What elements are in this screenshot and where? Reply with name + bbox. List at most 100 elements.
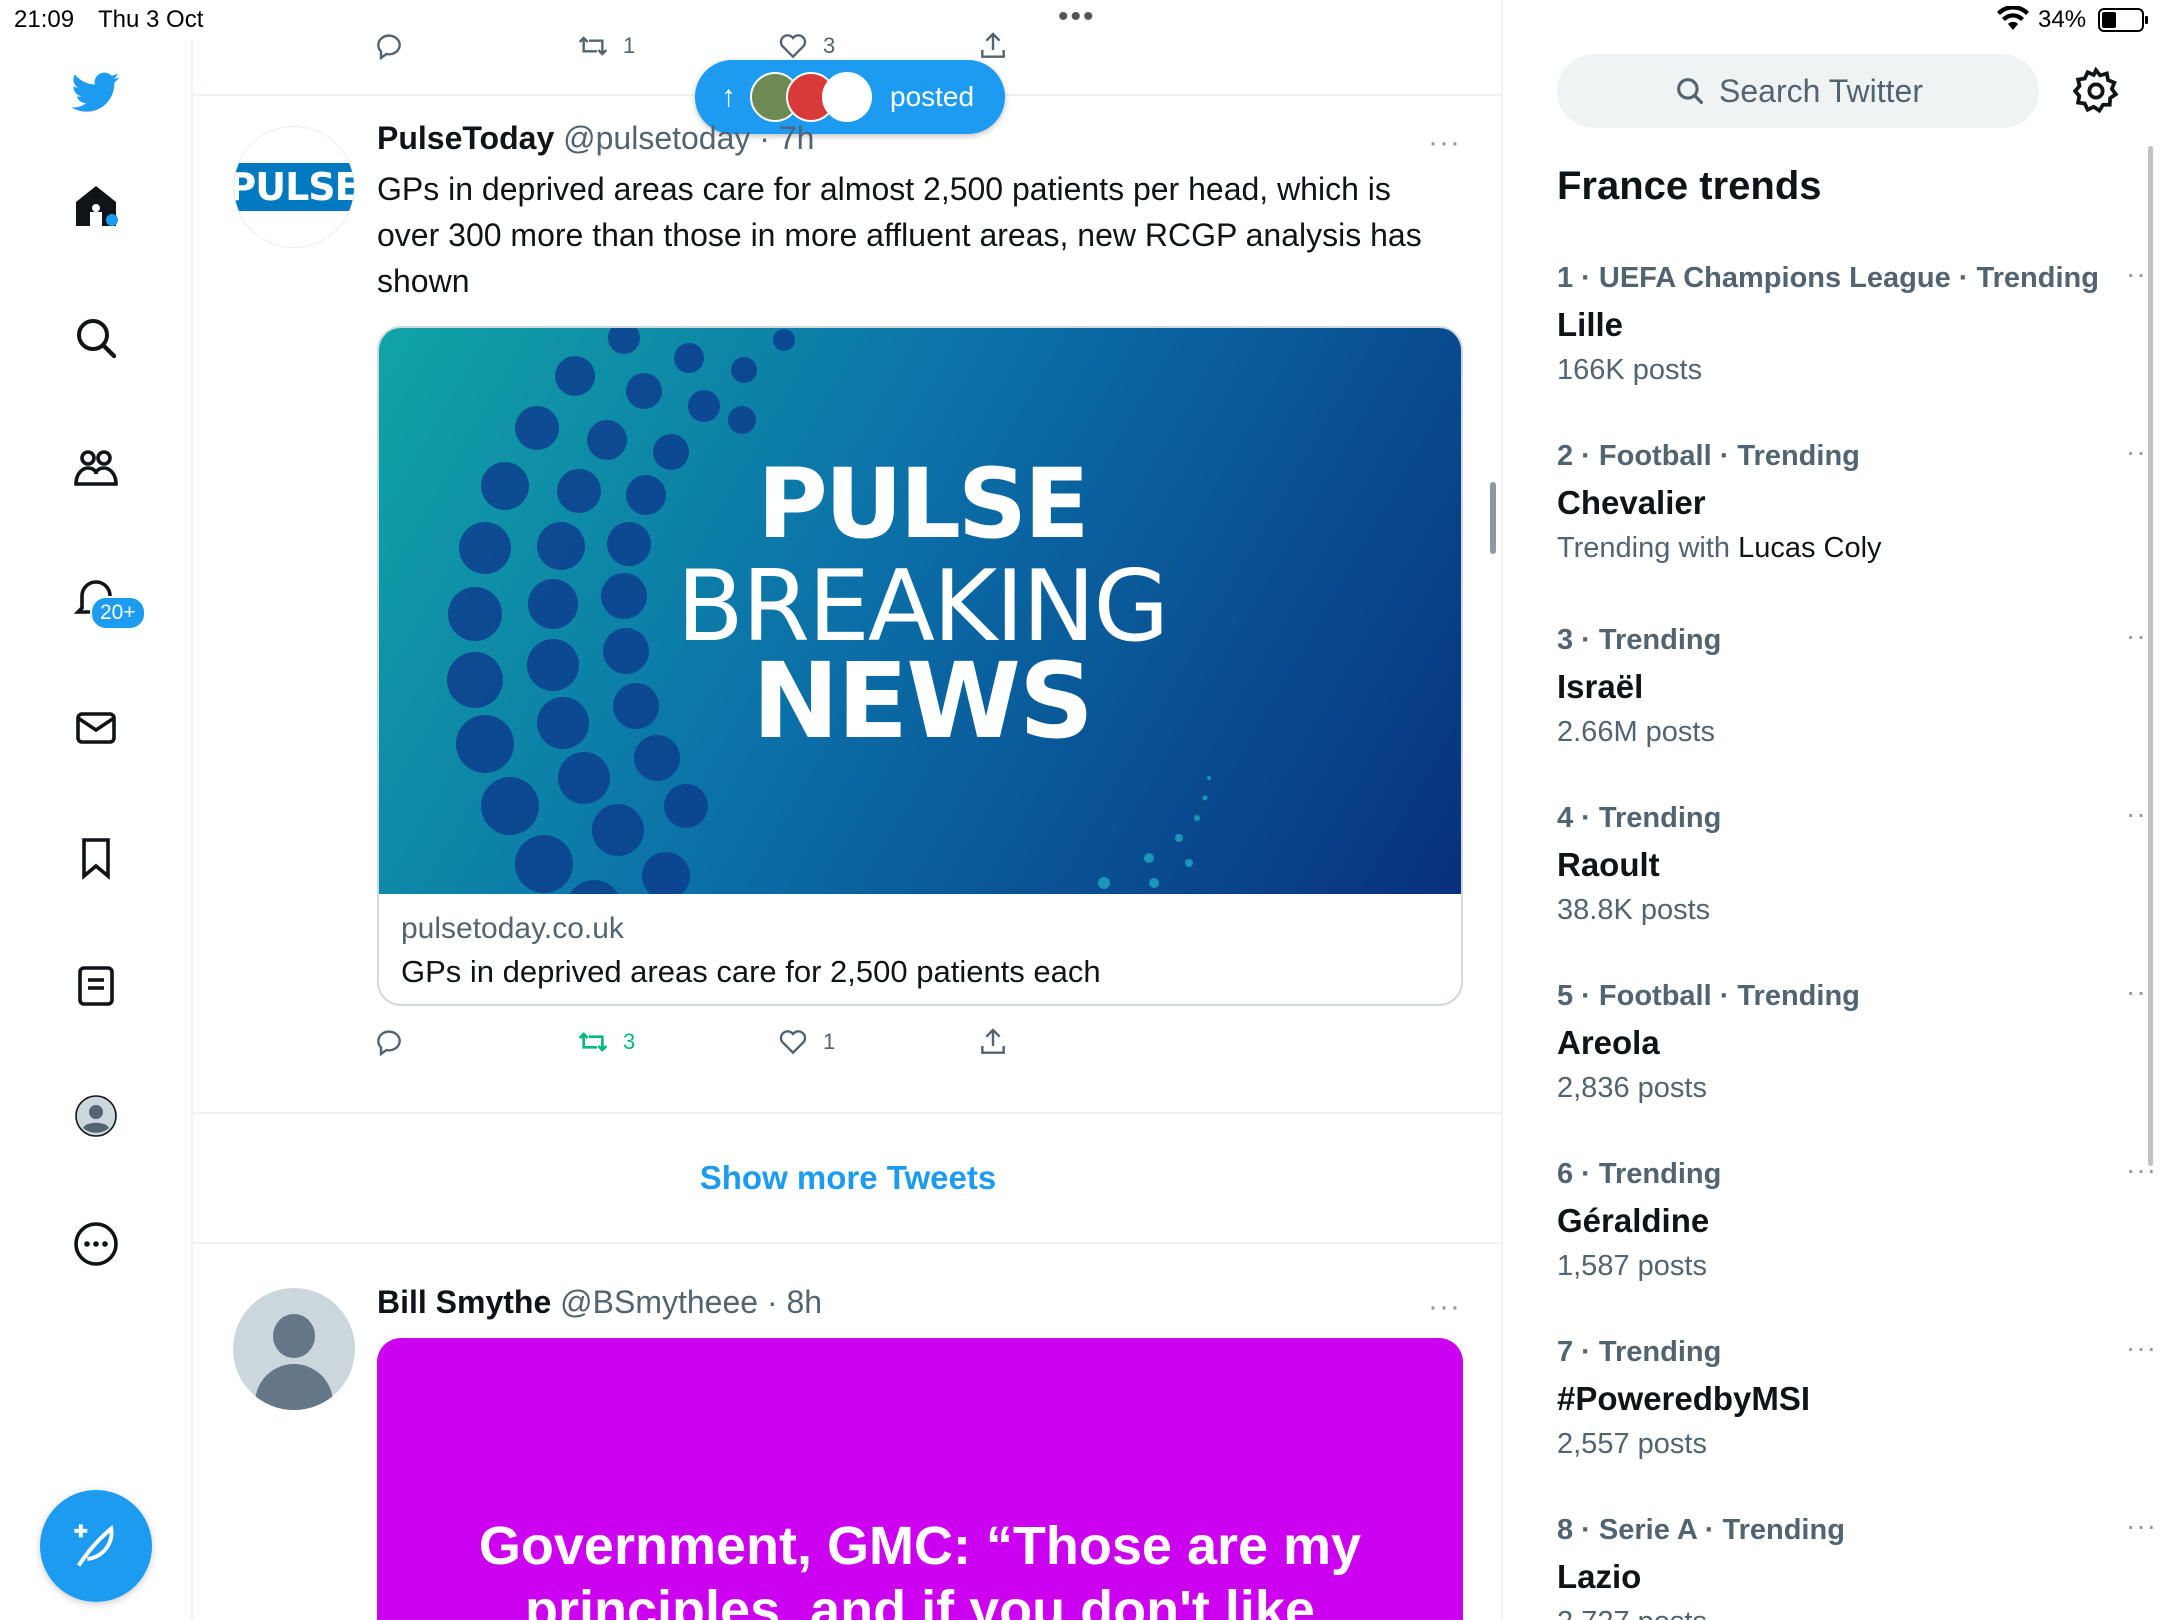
trend-post-count: 1,587 posts: [1557, 1250, 1707, 1282]
link-card[interactable]: PULSE BREAKING NEWS pulsetoday.co.uk GPs…: [377, 326, 1463, 1006]
tweet-more-icon[interactable]: ···: [1428, 126, 1461, 160]
trend-name: Géraldine: [1557, 1202, 1710, 1239]
heart-icon: [779, 34, 807, 59]
clock: 21:09: [14, 6, 75, 33]
trend-context-prefix: Trending with: [1557, 532, 1739, 564]
like-button[interactable]: 1: [777, 1026, 835, 1058]
card-image: PULSE BREAKING NEWS: [379, 328, 1461, 894]
trend-post-count: 2,836 posts: [1557, 1072, 1707, 1104]
more-icon[interactable]: [68, 1216, 124, 1272]
trends-title: France trends: [1557, 164, 1822, 208]
communities-icon[interactable]: [68, 440, 124, 496]
trend-name: #PoweredbyMSI: [1557, 1380, 1811, 1417]
author-handle: @pulsetoday · 7h: [563, 120, 815, 156]
left-navigation: 20+: [0, 40, 193, 1620]
default-avatar-head: [273, 1314, 315, 1358]
sidebar-scrollbar[interactable]: [2148, 146, 2153, 1166]
notifications-badge: 20+: [90, 596, 146, 630]
share-icon: [981, 32, 1005, 58]
retweet-count: 3: [623, 1029, 636, 1054]
author-handle: @BSmytheee · 8h: [560, 1284, 823, 1320]
tweet-image-text: Government, GMC: “Those are my principle…: [478, 1516, 1362, 1620]
trend-meta: 4 · Trending: [1557, 802, 1722, 834]
twitter-logo-icon[interactable]: [68, 64, 124, 120]
profile-icon[interactable]: [68, 1088, 124, 1144]
trend-name: Lille: [1557, 306, 1624, 343]
right-sidebar: Search Twitter France trends 1 · UEFA Ch…: [1503, 0, 2160, 1620]
trend-item[interactable]: 3 · Trending ··· Israël 2.66M posts: [1557, 620, 2156, 784]
retweet-button[interactable]: 1: [577, 30, 635, 62]
home-unread-dot: [106, 214, 118, 226]
trend-name: Lazio: [1557, 1558, 1642, 1595]
reply-button[interactable]: [373, 30, 405, 62]
trend-more-icon[interactable]: ···: [2126, 1510, 2157, 1542]
card-title: GPs in deprived areas care for 2,500 pat…: [401, 954, 1101, 989]
search-icon[interactable]: [68, 310, 124, 366]
trend-meta: 5 · Football · Trending: [1557, 980, 1860, 1012]
show-more-tweets-button[interactable]: Show more Tweets: [193, 1114, 1501, 1244]
card-headline-pulse: PULSE: [757, 448, 1089, 560]
tweet-image[interactable]: Government, GMC: “Those are my principle…: [377, 1338, 1463, 1620]
tweet[interactable]: PULSE PulseToday @pulsetoday · 7h ··· GP…: [193, 96, 1501, 1114]
trend-item[interactable]: 7 · Trending ··· #PoweredbyMSI 2,557 pos…: [1557, 1332, 2156, 1496]
tweet[interactable]: Bill Smythe @BSmytheee · 8h ··· Governme…: [193, 1244, 1501, 1620]
author-name[interactable]: PulseToday: [377, 120, 554, 156]
timeline-scroll-indicator[interactable]: [1490, 482, 1496, 554]
trend-post-count: 2,727 posts: [1557, 1606, 1707, 1620]
trend-item[interactable]: 8 · Serie A · Trending ··· Lazio 2,727 p…: [1557, 1510, 2156, 1620]
lists-icon[interactable]: [68, 958, 124, 1014]
tweet-more-icon[interactable]: ···: [1428, 1290, 1461, 1324]
trend-item[interactable]: 4 · Trending ··· Raoult 38.8K posts: [1557, 798, 2156, 962]
like-count: 3: [823, 33, 836, 58]
trend-meta: 2 · Football · Trending: [1557, 440, 1860, 472]
retweet-icon: [578, 36, 608, 56]
messages-icon[interactable]: [68, 700, 124, 756]
trend-meta: 3 · Trending: [1557, 624, 1722, 656]
compose-tweet-button[interactable]: [40, 1490, 152, 1602]
trend-more-icon[interactable]: ···: [2126, 1332, 2157, 1364]
avatar[interactable]: PULSE: [233, 126, 355, 248]
trend-meta: 6 · Trending: [1557, 1158, 1722, 1190]
trend-item[interactable]: 5 · Football · Trending ··· Areola 2,836…: [1557, 976, 2156, 1140]
trend-meta: 7 · Trending: [1557, 1336, 1722, 1368]
reply-icon: [377, 1030, 401, 1057]
trend-post-count: 2.66M posts: [1557, 716, 1715, 748]
trend-meta: 8 · Serie A · Trending: [1557, 1514, 1845, 1546]
retweet-count: 1: [623, 33, 636, 58]
trend-item[interactable]: 2 · Football · Trending ··· Chevalier Tr…: [1557, 436, 2156, 600]
like-button[interactable]: 3: [777, 30, 835, 62]
avatar[interactable]: [233, 1288, 355, 1410]
author-name[interactable]: Bill Smythe: [377, 1284, 551, 1320]
trend-post-count: 2,557 posts: [1557, 1428, 1707, 1460]
timeline: 1 3 ↑ posted PULSE PulseToday @pulsetoda…: [193, 0, 1503, 1620]
trend-post-count: 38.8K posts: [1557, 894, 1711, 926]
retweet-icon: [578, 1032, 608, 1052]
reply-icon: [377, 34, 401, 61]
trend-item[interactable]: 6 · Trending ··· Géraldine 1,587 posts: [1557, 1154, 2156, 1318]
home-icon[interactable]: [68, 178, 124, 234]
trend-name: Areola: [1557, 1024, 1660, 1061]
share-button[interactable]: [977, 1026, 1009, 1058]
tweet-header: Bill Smythe @BSmytheee · 8h: [377, 1284, 822, 1321]
trend-post-count: 166K posts: [1557, 354, 1703, 386]
settings-gear-icon[interactable]: [2071, 66, 2121, 116]
reply-button[interactable]: [373, 1026, 405, 1058]
trend-item[interactable]: 1 · UEFA Champions League · Trending ···…: [1557, 258, 2156, 422]
card-headline-news: NEWS: [752, 640, 1094, 762]
date: Thu 3 Oct: [98, 6, 204, 33]
share-button[interactable]: [977, 30, 1009, 62]
pulse-logo: PULSE: [234, 163, 354, 211]
like-count: 1: [823, 1029, 836, 1054]
heart-icon: [779, 1030, 807, 1055]
tweet-header: PulseToday @pulsetoday · 7h: [377, 120, 814, 157]
tweet-text: GPs in deprived areas care for almost 2,…: [377, 171, 1422, 299]
retweet-button[interactable]: 3: [577, 1026, 635, 1058]
share-icon: [981, 1028, 1005, 1054]
tweet-actions: 3 1: [377, 1026, 1377, 1066]
search-input[interactable]: Search Twitter: [1557, 54, 2039, 128]
bookmarks-icon[interactable]: [68, 830, 124, 886]
trend-context: Trending with Lucas Coly: [1557, 532, 1882, 565]
compose-feather-icon: [74, 1524, 114, 1567]
default-avatar-body: [255, 1364, 333, 1410]
trend-name: Raoult: [1557, 846, 1660, 883]
